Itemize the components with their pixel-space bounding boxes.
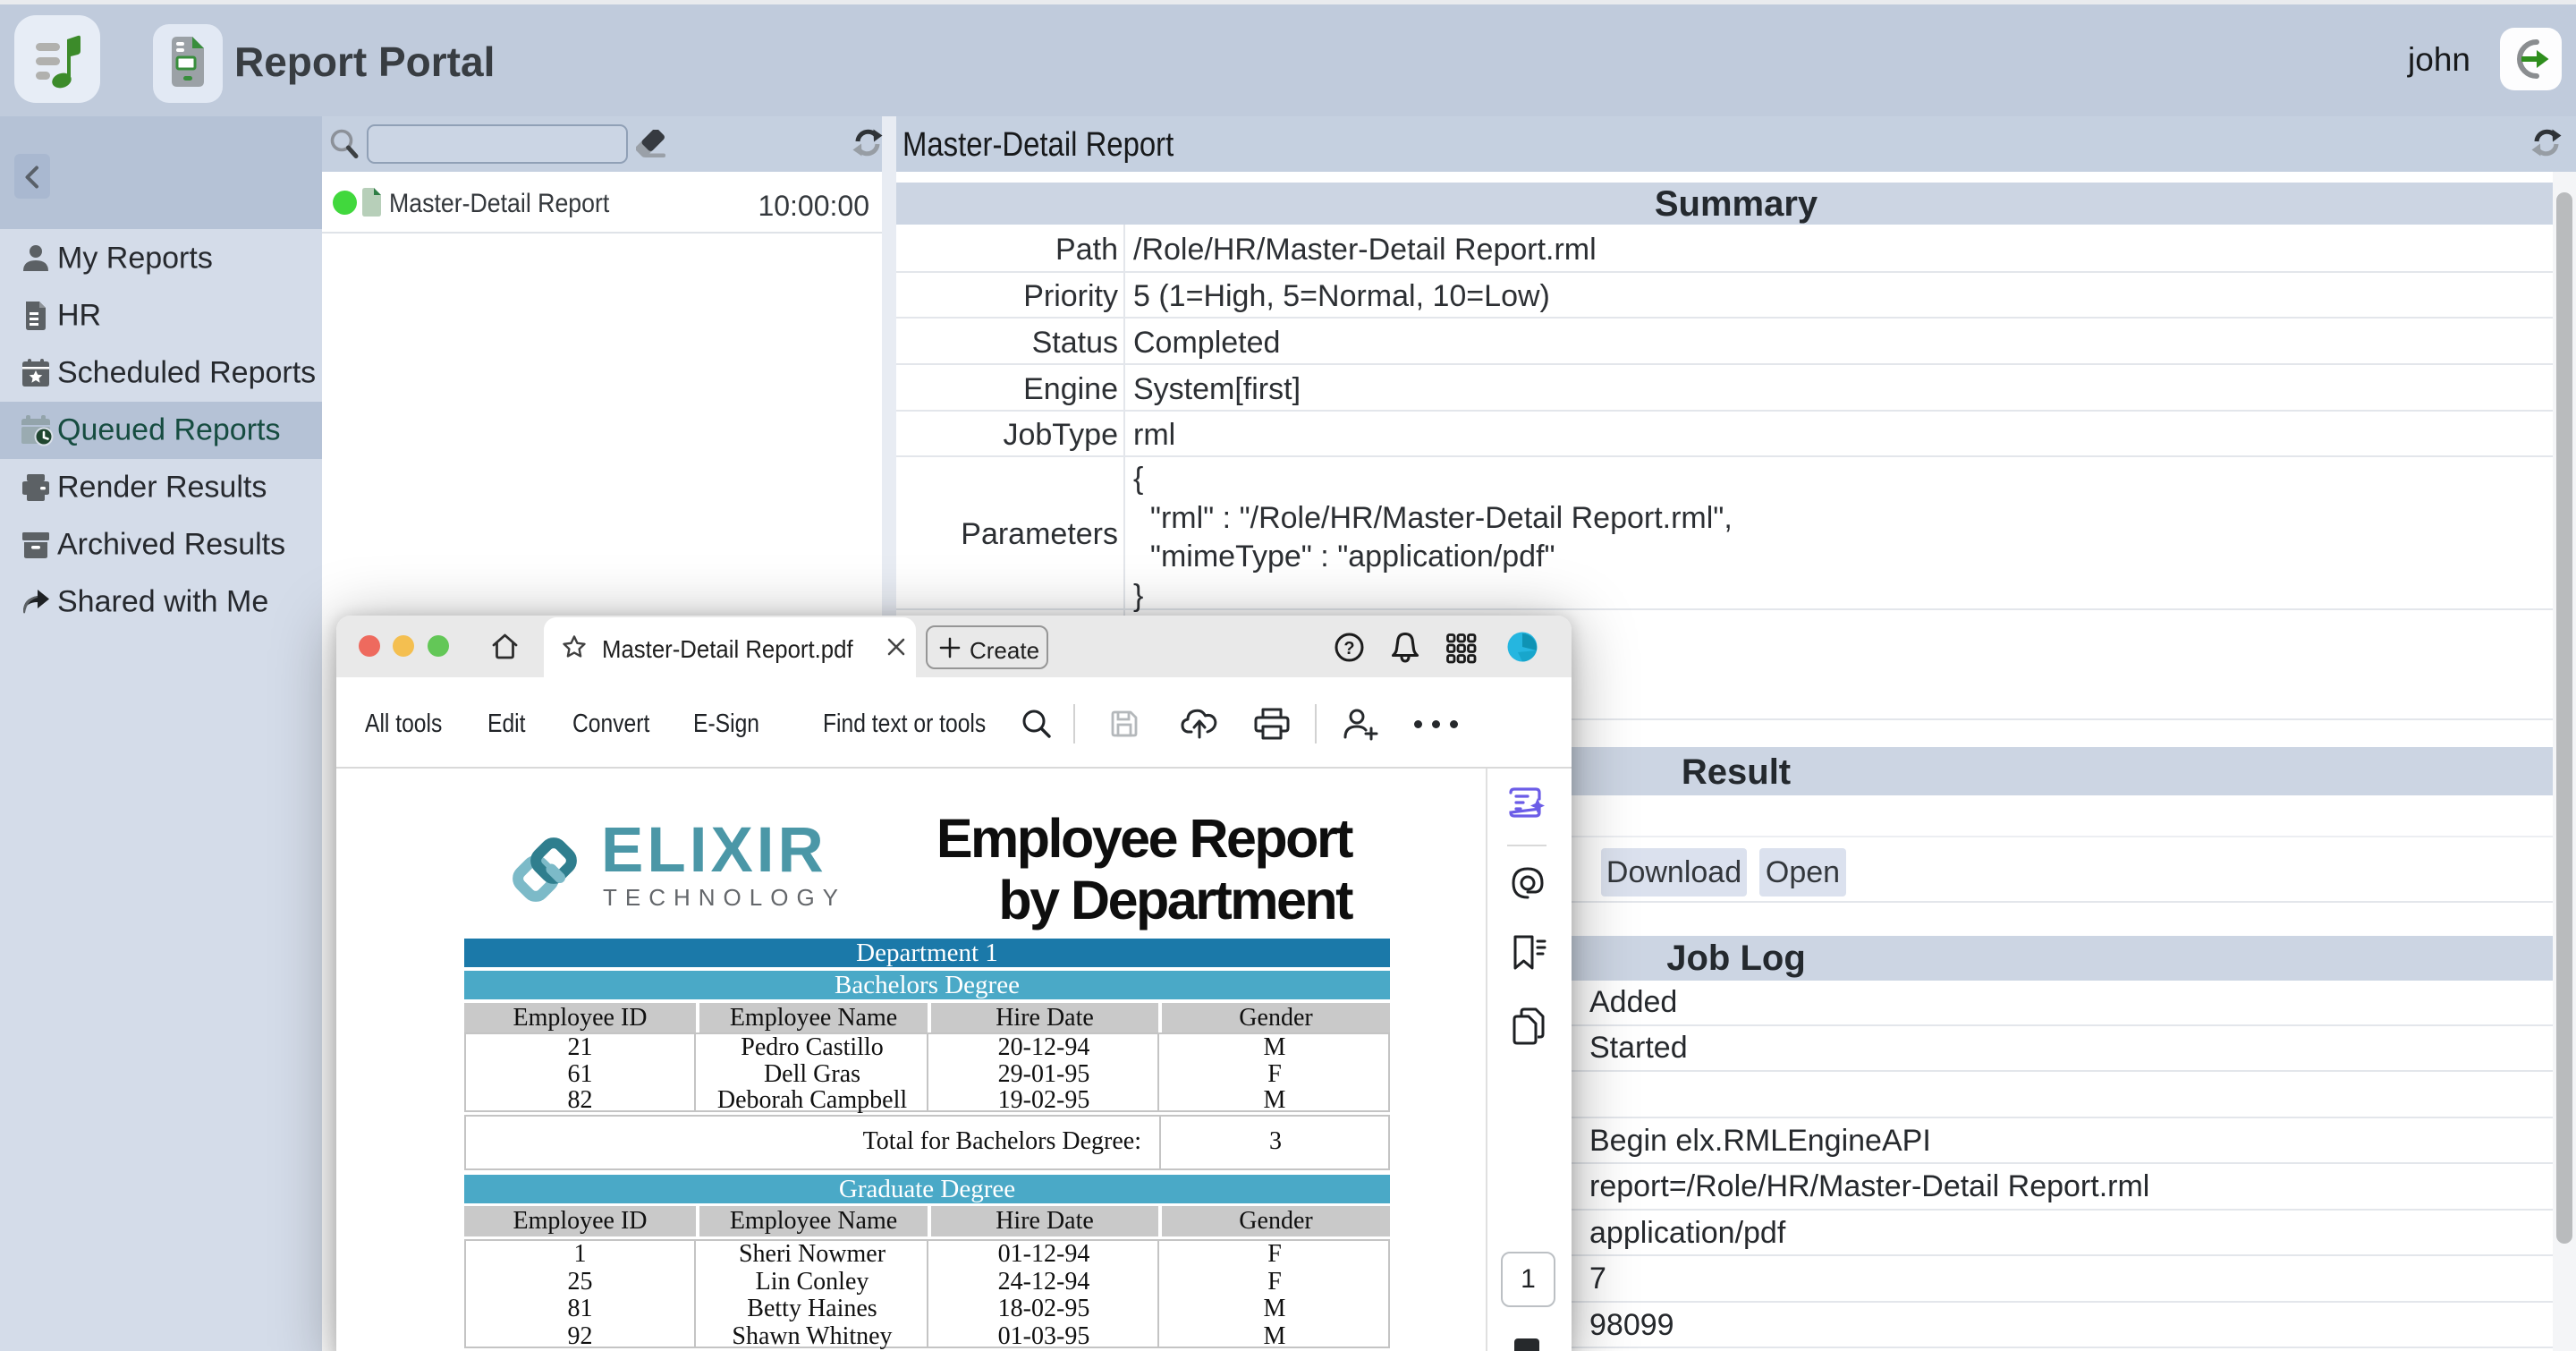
svg-text:?: ? xyxy=(1343,639,1354,659)
